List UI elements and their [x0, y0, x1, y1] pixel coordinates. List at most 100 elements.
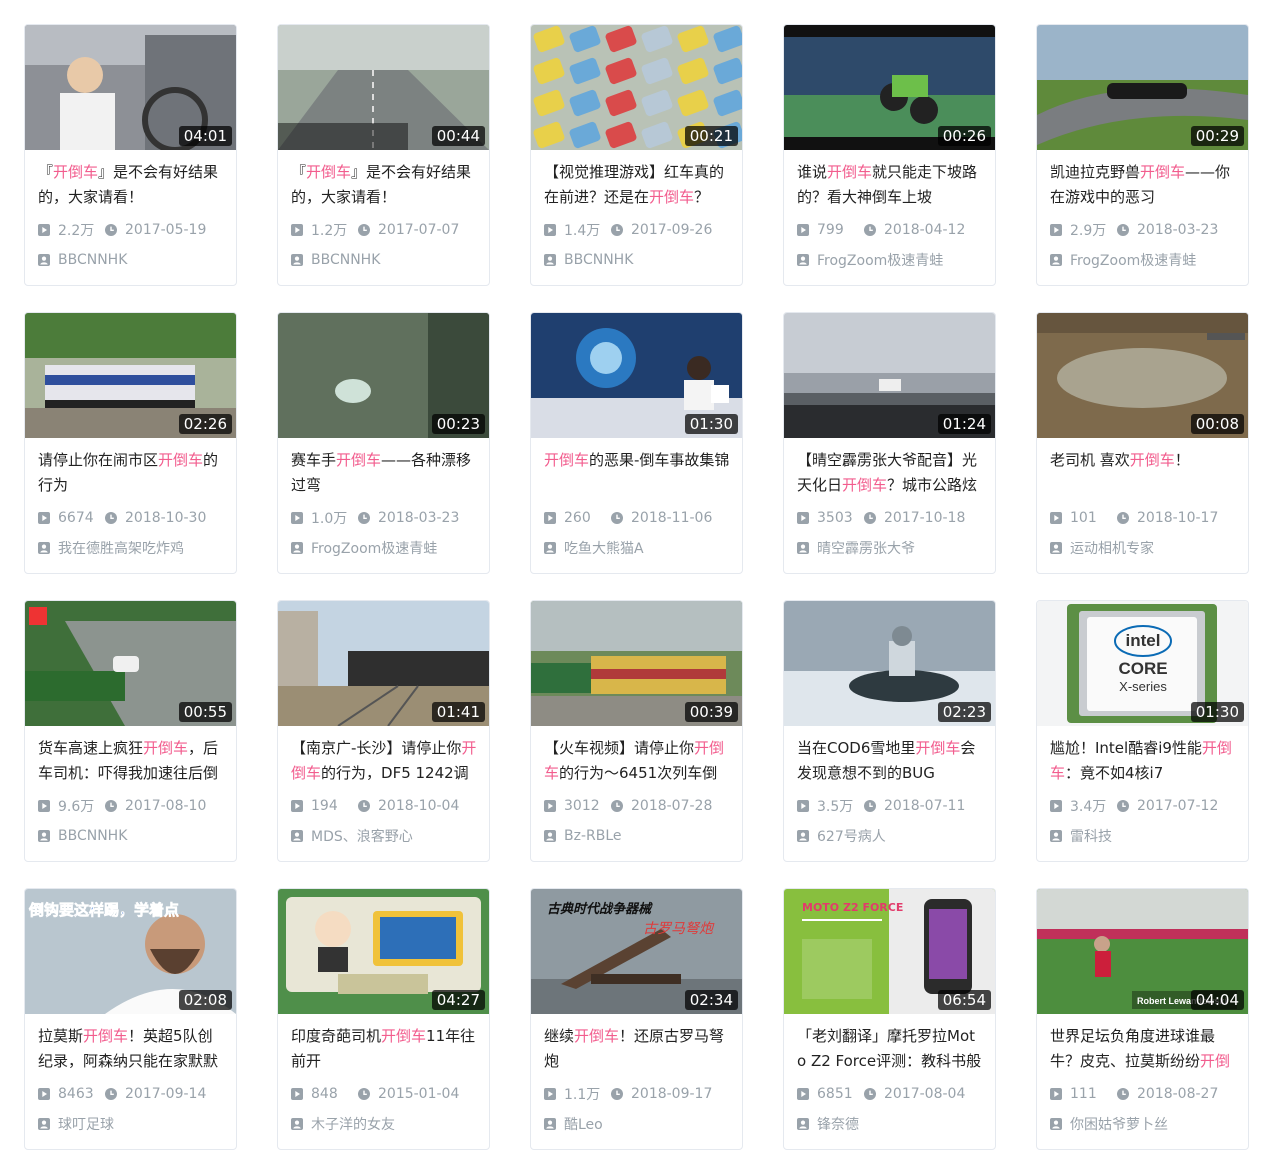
- video-title[interactable]: 凯迪拉克野兽开倒车——你在游戏中的恶习: [1050, 160, 1236, 210]
- video-title[interactable]: 尴尬！Intel酷睿i9性能开倒车：竟不如4核i7: [1050, 736, 1236, 786]
- video-card-20[interactable]: Robert Lewandowski 04:04 世界足坛负角度进球谁最牛？皮克…: [1036, 888, 1249, 1150]
- uploader[interactable]: 你困姑爷萝卜丝: [1050, 1114, 1236, 1134]
- video-thumbnail[interactable]: intel CORE X-series 01:30: [1037, 601, 1248, 726]
- user-icon: [797, 830, 809, 842]
- video-card-15[interactable]: intel CORE X-series 01:30 尴尬！Intel酷睿i9性能开倒…: [1036, 600, 1249, 862]
- video-title[interactable]: 世界足坛负角度进球谁最牛？皮克、拉莫斯纷纷开倒: [1050, 1024, 1236, 1074]
- video-thumbnail[interactable]: 04:27: [278, 889, 489, 1014]
- video-card-13[interactable]: 00:39 【火车视频】请停止你开倒车的行为～6451次列车倒推 3012 20…: [530, 600, 743, 862]
- video-title[interactable]: 「老刘翻译」摩托罗拉Moto Z2 Force评测：教科书般的: [797, 1024, 983, 1074]
- video-card-5[interactable]: 00:29 凯迪拉克野兽开倒车——你在游戏中的恶习 2.9万 2018-03-2…: [1036, 24, 1249, 286]
- video-thumbnail[interactable]: 04:01: [25, 25, 236, 150]
- uploader[interactable]: 晴空霹雳张大爷: [797, 538, 983, 558]
- uploader[interactable]: MDS、浪客野心: [291, 826, 477, 846]
- uploader[interactable]: FrogZoom极速青蛙: [797, 250, 983, 270]
- clock-icon: [1117, 800, 1129, 812]
- video-title[interactable]: 赛车手开倒车——各种漂移过弯: [291, 448, 477, 498]
- uploader[interactable]: Bz-RBLe: [544, 826, 730, 846]
- play-count-value: 3.4万: [1070, 799, 1107, 815]
- video-card-18[interactable]: 古典时代战争器械 古罗马弩炮 02:34 继续开倒车！还原古罗马弩炮 1.1万 2…: [530, 888, 743, 1150]
- video-thumbnail[interactable]: 00:21: [531, 25, 742, 150]
- video-thumbnail[interactable]: 01:30: [531, 313, 742, 438]
- thumbnail-text: 古典时代战争器械: [547, 901, 653, 917]
- video-card-17[interactable]: 04:27 印度奇葩司机开倒车11年往前开 848 2015-01-04 木子洋…: [277, 888, 490, 1150]
- title-keyword-highlight: 开倒车: [143, 739, 189, 757]
- play-count: 6674: [38, 510, 94, 526]
- video-title[interactable]: 请停止你在闹市区开倒车的行为: [38, 448, 224, 498]
- video-thumbnail[interactable]: 00:39: [531, 601, 742, 726]
- video-card-16[interactable]: 倒钩要这样踢，学着点 02:08 拉莫斯开倒车！英超5队创纪录，阿森纳只能在家默…: [24, 888, 237, 1150]
- video-title[interactable]: 『开倒车』是不会有好结果的，大家请看！: [291, 160, 477, 210]
- video-card-14[interactable]: 02:23 当在COD6雪地里开倒车会发现意想不到的BUG 3.5万 2018-…: [783, 600, 996, 862]
- video-card-3[interactable]: 00:21 【视觉推理游戏】红车真的在前进？还是在开倒车？ 1.4万 2017-…: [530, 24, 743, 286]
- play-count-icon: [38, 800, 50, 812]
- video-card-9[interactable]: 01:24 【晴空霹雳张大爷配音】光天化日开倒车？城市公路炫 3503 2017…: [783, 312, 996, 574]
- video-thumbnail[interactable]: 00:26: [784, 25, 995, 150]
- video-title[interactable]: 拉莫斯开倒车！英超5队创纪录，阿森纳只能在家默默: [38, 1024, 224, 1074]
- uploader[interactable]: 雷科技: [1050, 826, 1236, 846]
- video-title[interactable]: 继续开倒车！还原古罗马弩炮: [544, 1024, 730, 1074]
- title-text: 【火车视频】请停止你: [544, 739, 695, 757]
- video-thumbnail[interactable]: 00:44: [278, 25, 489, 150]
- uploader[interactable]: 运动相机专家: [1050, 538, 1236, 558]
- video-thumbnail[interactable]: 01:24: [784, 313, 995, 438]
- video-thumbnail[interactable]: MOTO Z2 FORCE 06:54: [784, 889, 995, 1014]
- play-count-value: 1.2万: [311, 223, 348, 239]
- video-title[interactable]: 【晴空霹雳张大爷配音】光天化日开倒车？城市公路炫: [797, 448, 983, 498]
- uploader[interactable]: BBCNNHK: [544, 250, 730, 270]
- video-card-19[interactable]: MOTO Z2 FORCE 06:54 「老刘翻译」摩托罗拉Moto Z2 Fo…: [783, 888, 996, 1150]
- video-title[interactable]: 谁说开倒车就只能走下坡路的？看大神倒车上坡: [797, 160, 983, 210]
- title-text: 「老刘翻译」摩托罗拉Moto Z2 Force评测：教科书般的: [797, 1027, 982, 1070]
- upload-date: 2018-03-23: [358, 510, 459, 526]
- video-card-1[interactable]: 04:01 『开倒车』是不会有好结果的，大家请看！ 2.2万 2017-05-1…: [24, 24, 237, 286]
- video-card-2[interactable]: 00:44 『开倒车』是不会有好结果的，大家请看！ 1.2万 2017-07-0…: [277, 24, 490, 286]
- video-card-12[interactable]: 01:41 【南京广-长沙】请停止你开倒车的行为，DF5 1242调 194 2…: [277, 600, 490, 862]
- duration-badge: 04:04: [1190, 990, 1244, 1010]
- video-thumbnail[interactable]: 00:29: [1037, 25, 1248, 150]
- video-thumbnail[interactable]: 02:26: [25, 313, 236, 438]
- uploader[interactable]: BBCNNHK: [38, 250, 224, 270]
- uploader[interactable]: 我在德胜高架吃炸鸡: [38, 538, 224, 558]
- uploader[interactable]: 锋奈德: [797, 1114, 983, 1134]
- video-thumbnail[interactable]: Robert Lewandowski 04:04: [1037, 889, 1248, 1014]
- video-thumbnail[interactable]: 古典时代战争器械 古罗马弩炮 02:34: [531, 889, 742, 1014]
- video-title[interactable]: 印度奇葩司机开倒车11年往前开: [291, 1024, 477, 1074]
- uploader[interactable]: FrogZoom极速青蛙: [1050, 250, 1236, 270]
- video-card-8[interactable]: 01:30 开倒车的恶果-倒车事故集锦 260 2018-11-06 吃鱼大熊猫…: [530, 312, 743, 574]
- uploader[interactable]: 木子洋的女友: [291, 1114, 477, 1134]
- video-card-7[interactable]: 00:23 赛车手开倒车——各种漂移过弯 1.0万 2018-03-23 Fro…: [277, 312, 490, 574]
- video-title[interactable]: 货车高速上疯狂开倒车，后车司机：吓得我加速往后倒: [38, 736, 224, 786]
- uploader[interactable]: 吃鱼大熊猫A: [544, 538, 730, 558]
- video-title[interactable]: 开倒车的恶果-倒车事故集锦: [544, 448, 730, 498]
- video-title[interactable]: 【火车视频】请停止你开倒车的行为～6451次列车倒推: [544, 736, 730, 786]
- upload-date-value: 2018-04-12: [884, 222, 966, 238]
- user-icon: [544, 254, 556, 266]
- duration-badge: 00:39: [684, 702, 738, 722]
- uploader[interactable]: 酷Leo: [544, 1114, 730, 1134]
- video-card-10[interactable]: 00:08 老司机 喜欢开倒车！ 101 2018-10-17 运动相机专家: [1036, 312, 1249, 574]
- video-card-11[interactable]: 00:55 货车高速上疯狂开倒车，后车司机：吓得我加速往后倒 9.6万 2017…: [24, 600, 237, 862]
- video-title[interactable]: 当在COD6雪地里开倒车会发现意想不到的BUG: [797, 736, 983, 786]
- upload-date: 2018-10-04: [358, 798, 459, 814]
- thumbnail-text: MOTO Z2 FORCE: [802, 901, 903, 914]
- video-thumbnail[interactable]: 00:55: [25, 601, 236, 726]
- video-thumbnail[interactable]: 00:08: [1037, 313, 1248, 438]
- upload-date: 2018-10-17: [1117, 510, 1218, 526]
- video-title[interactable]: 【南京广-长沙】请停止你开倒车的行为，DF5 1242调: [291, 736, 477, 786]
- video-thumbnail[interactable]: 00:23: [278, 313, 489, 438]
- title-keyword-highlight: 开倒车: [381, 1027, 427, 1045]
- video-title[interactable]: 老司机 喜欢开倒车！: [1050, 448, 1236, 498]
- uploader[interactable]: FrogZoom极速青蛙: [291, 538, 477, 558]
- video-title[interactable]: 『开倒车』是不会有好结果的，大家请看！: [38, 160, 224, 210]
- title-text: 请停止你在闹市区: [38, 451, 159, 469]
- video-thumbnail[interactable]: 02:23: [784, 601, 995, 726]
- uploader[interactable]: BBCNNHK: [291, 250, 477, 270]
- video-card-6[interactable]: 02:26 请停止你在闹市区开倒车的行为 6674 2018-10-30 我在德…: [24, 312, 237, 574]
- uploader[interactable]: 球叮足球: [38, 1114, 224, 1134]
- video-thumbnail[interactable]: 倒钩要这样踢，学着点 02:08: [25, 889, 236, 1014]
- video-thumbnail[interactable]: 01:41: [278, 601, 489, 726]
- uploader[interactable]: 627号病人: [797, 826, 983, 846]
- video-title[interactable]: 【视觉推理游戏】红车真的在前进？还是在开倒车？: [544, 160, 730, 210]
- uploader[interactable]: BBCNNHK: [38, 826, 224, 846]
- video-card-4[interactable]: 00:26 谁说开倒车就只能走下坡路的？看大神倒车上坡 799 2018-04-…: [783, 24, 996, 286]
